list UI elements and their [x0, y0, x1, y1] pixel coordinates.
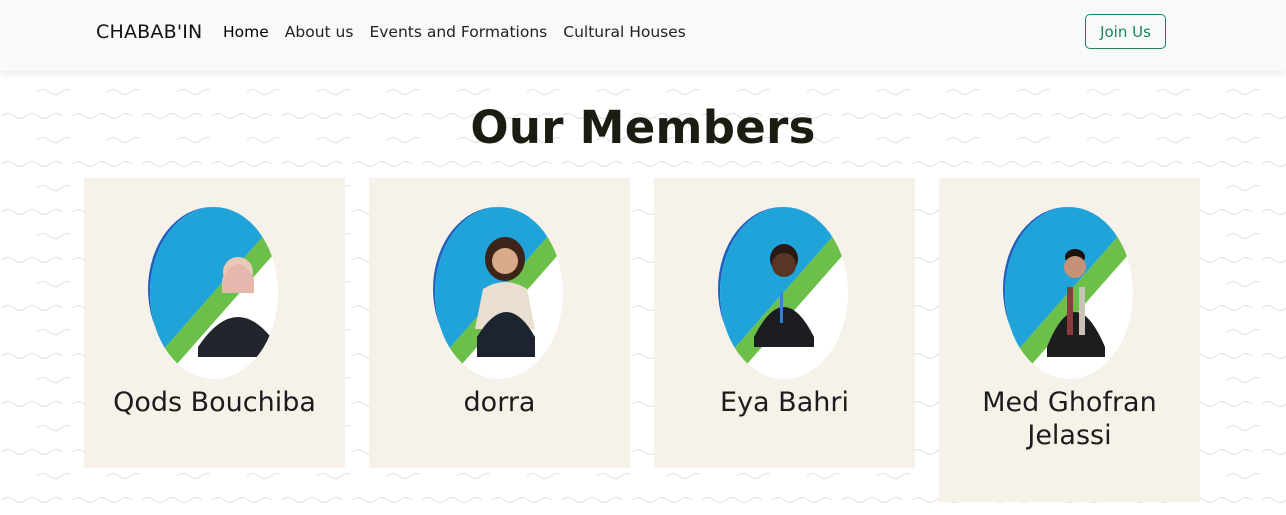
- nav-link-about-us[interactable]: About us: [285, 23, 354, 41]
- member-card: dorra: [369, 178, 630, 468]
- member-name: Med Ghofran Jelassi: [982, 387, 1157, 451]
- member-name: Eya Bahri: [720, 387, 849, 418]
- page-title: Our Members: [470, 101, 816, 154]
- join-us-button[interactable]: Join Us: [1085, 14, 1166, 49]
- member-avatar-image: [1003, 207, 1133, 379]
- member-name: dorra: [463, 387, 536, 418]
- member-avatar-image: [433, 207, 563, 379]
- nav-links: Home About us Events and Formations Cult…: [223, 23, 686, 41]
- member-card: Qods Bouchiba: [84, 178, 345, 468]
- member-name: Qods Bouchiba: [113, 387, 316, 418]
- nav-link-events-and-formations[interactable]: Events and Formations: [369, 23, 547, 41]
- member-avatar-image: [148, 207, 278, 379]
- member-card: Eya Bahri: [654, 178, 915, 468]
- nav-link-home[interactable]: Home: [223, 23, 269, 41]
- member-avatar-image: [718, 207, 848, 379]
- page: CHABAB'IN Home About us Events and Forma…: [0, 0, 1286, 515]
- member-card: Med Ghofran Jelassi: [939, 178, 1200, 502]
- navbar: CHABAB'IN Home About us Events and Forma…: [0, 0, 1286, 71]
- brand-logo[interactable]: CHABAB'IN: [96, 21, 202, 43]
- nav-link-cultural-houses[interactable]: Cultural Houses: [563, 23, 686, 41]
